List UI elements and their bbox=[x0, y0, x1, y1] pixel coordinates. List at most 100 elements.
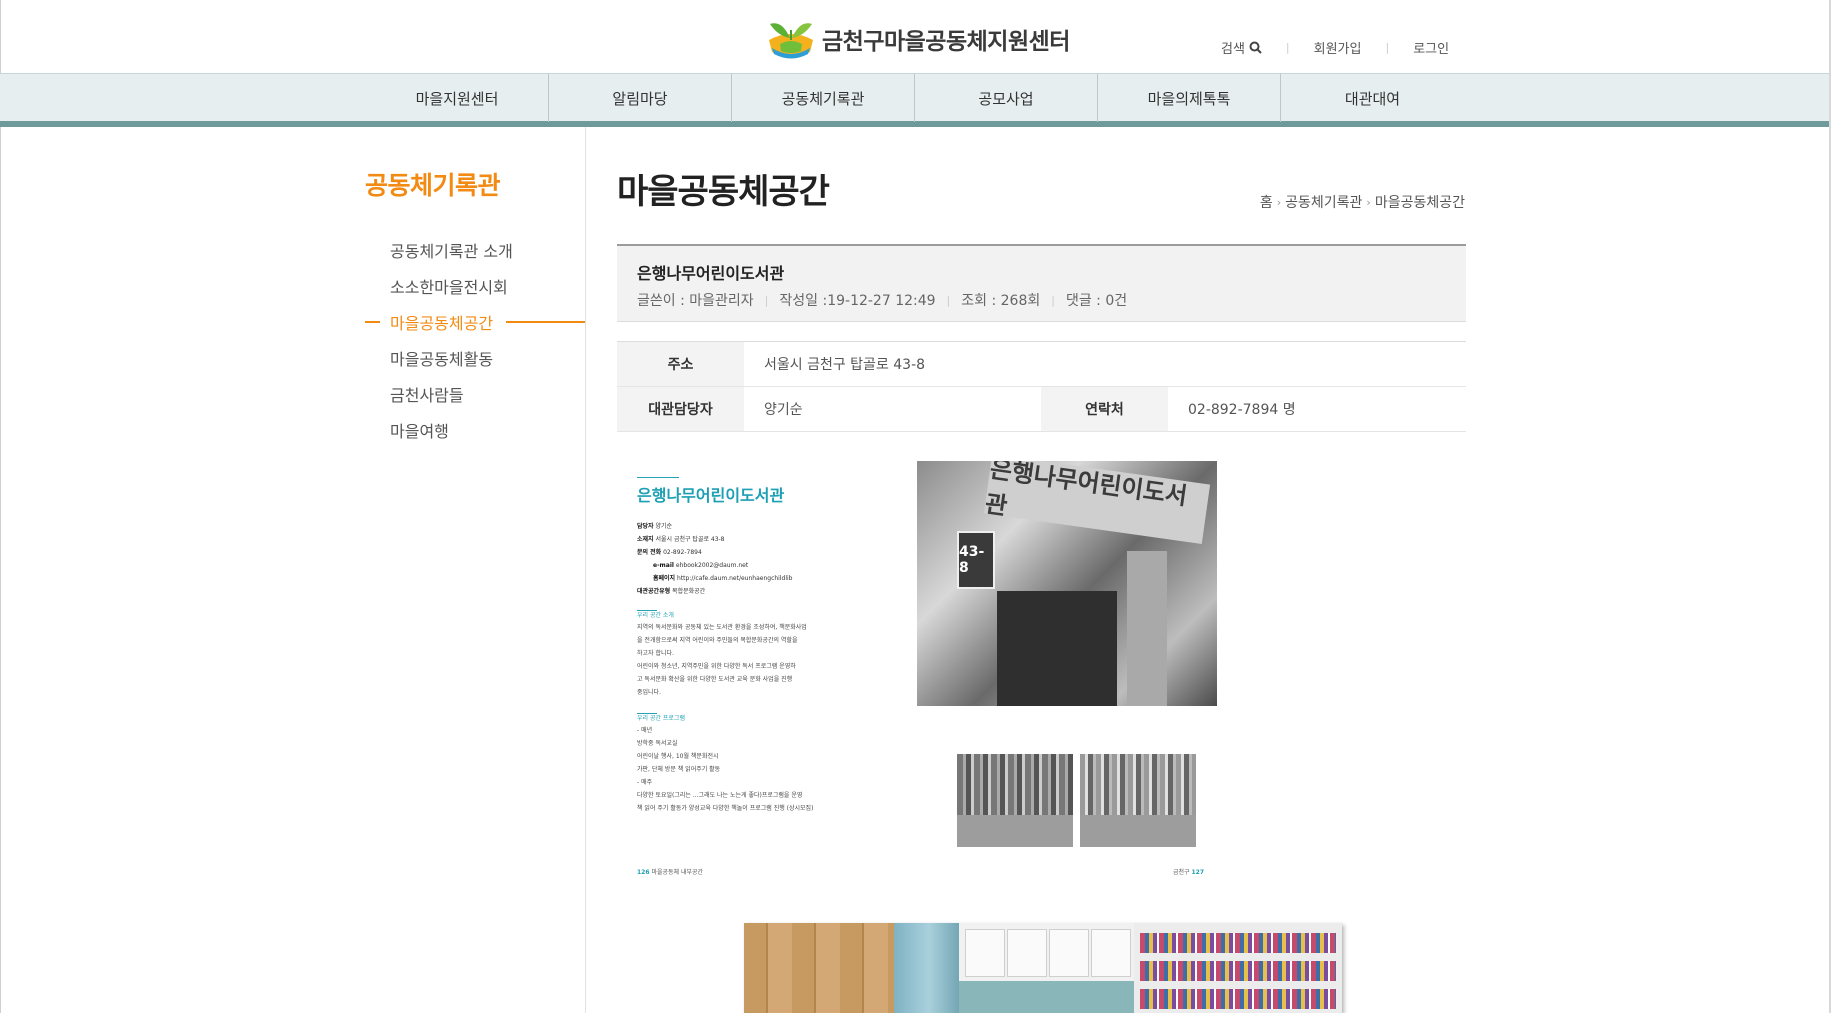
photo-cabinet-door bbox=[1007, 929, 1047, 977]
manager-label: 대관담당자 bbox=[617, 386, 744, 432]
brochure-para: 방학중 독서교실 bbox=[637, 740, 678, 747]
sidebar-item-travel[interactable]: 마을여행 bbox=[365, 412, 585, 448]
brochure-text-page: 은행나무어린이도서관 담당자 양기순 소재지 서울시 금천구 탑골로 43-8 … bbox=[637, 477, 867, 815]
brochure-para: 가판, 단체 방문 책 읽어주기 활동 bbox=[637, 766, 721, 773]
breadcrumb-arrow-icon: › bbox=[1366, 195, 1371, 209]
frame-border-left bbox=[0, 127, 1, 1013]
meta-separator: | bbox=[1051, 293, 1055, 307]
table-row: 대관담당자 양기순 연락처 02-892-7894 명 bbox=[617, 386, 1466, 432]
brochure-line: 담당자 양기순 bbox=[637, 523, 673, 530]
gnb-item-archive[interactable]: 공동체기록관 bbox=[732, 74, 915, 122]
brochure-para: 지역의 독서문화와 공동체 있는 도서관 환경을 조성하여, 책문화사업 bbox=[637, 624, 807, 631]
sidebar-title: 공동체기록관 bbox=[365, 171, 501, 200]
library-room-photo bbox=[744, 923, 1342, 1013]
site-logo[interactable]: 금천구마을공동체지원센터 bbox=[766, 18, 1070, 60]
search-link[interactable]: 검색 bbox=[1221, 38, 1262, 57]
post-views: 조회 : 268회 bbox=[961, 293, 1041, 309]
gnb-item-agenda[interactable]: 마을의제톡톡 bbox=[1098, 74, 1281, 122]
brochure-para: 책 읽어 주기 활동가 양성교육 다양한 책놀이 프로그램 진행 (상시모집) bbox=[637, 805, 814, 812]
util-separator: | bbox=[1285, 41, 1290, 54]
join-link[interactable]: 회원가입 bbox=[1314, 38, 1362, 57]
brochure-page-right: 금천구 127 bbox=[1173, 869, 1205, 876]
meta-separator: | bbox=[946, 293, 951, 307]
sidebar-divider bbox=[585, 127, 586, 1013]
photo-cabinet-door bbox=[1091, 929, 1131, 977]
brochure-para: 다양한 토요일(그리는 ...그래도 나는 노는게 좋다)프로그램을 운영 bbox=[637, 792, 803, 799]
library-interior-photo bbox=[957, 754, 1073, 847]
brochure-accent-line bbox=[637, 477, 679, 478]
brochure-para: - 매주 bbox=[637, 779, 653, 786]
brochure-page-left: 126 마을공동체 내부공간 bbox=[637, 869, 704, 876]
gnb-item-rental[interactable]: 대관대여 bbox=[1281, 74, 1464, 122]
photo-pole bbox=[1127, 551, 1167, 706]
active-indicator-line bbox=[506, 321, 585, 323]
gnb-item-notice[interactable]: 알림마당 bbox=[549, 74, 732, 122]
address-label: 주소 bbox=[617, 341, 744, 387]
photo-cabinets bbox=[959, 923, 1134, 1013]
brochure-para: 어린이날 행사, 10월 책문화전시 bbox=[637, 753, 719, 760]
brochure-title: 은행나무어린이도서관 bbox=[637, 486, 785, 505]
brochure-para: 어린이와 청소년, 지역주민을 위한 다양한 독서 프로그램 운영하 bbox=[637, 663, 796, 670]
logo-text: 금천구마을공동체지원센터 bbox=[822, 29, 1070, 55]
address-value: 서울시 금천구 탑골로 43-8 bbox=[744, 341, 1466, 387]
library-interior-photo bbox=[1080, 754, 1196, 847]
photo-bookshelf bbox=[1134, 923, 1342, 1013]
sidebar-item-exhibition[interactable]: 소소한마을전시회 bbox=[365, 268, 585, 304]
brochure-para: - 매년 bbox=[637, 727, 653, 734]
brochure-image: 은행나무어린이도서관 담당자 양기순 소재지 서울시 금천구 탑골로 43-8 … bbox=[617, 457, 1222, 882]
brochure-line: 소재지 서울시 금천구 탑골로 43-8 bbox=[637, 536, 725, 543]
utility-menu: 검색 | 회원가입 | 로그인 bbox=[1221, 38, 1449, 57]
gnb-item-contest[interactable]: 공모사업 bbox=[915, 74, 1098, 122]
photo-book-row bbox=[1140, 961, 1336, 981]
post-date: 작성일 :19-12-27 12:49 bbox=[779, 293, 936, 309]
photo-house-number: 43-8 bbox=[957, 531, 995, 589]
photo-cabinet-door bbox=[965, 929, 1005, 977]
gnb-item-center[interactable]: 마을지원센터 bbox=[366, 74, 549, 122]
table-row: 주소 서울시 금천구 탑골로 43-8 bbox=[617, 341, 1466, 387]
contact-label: 연락처 bbox=[1041, 386, 1168, 432]
util-separator: | bbox=[1385, 41, 1390, 54]
sidebar-item-space[interactable]: 마을공동체공간 bbox=[365, 304, 585, 340]
post-meta: 글쓴이 : 마을관리자 | 작성일 :19-12-27 12:49 | 조회 :… bbox=[637, 290, 1127, 310]
meta-separator: | bbox=[764, 293, 769, 307]
breadcrumb-home[interactable]: 홈 bbox=[1260, 192, 1273, 212]
search-icon bbox=[1249, 41, 1262, 54]
main-navigation: 마을지원센터 알림마당 공동체기록관 공모사업 마을의제톡톡 대관대여 bbox=[0, 73, 1831, 127]
manager-value: 양기순 bbox=[744, 386, 1041, 432]
photo-curtain bbox=[894, 923, 964, 1013]
brochure-para: 중입니다. bbox=[637, 689, 661, 696]
breadcrumb-section[interactable]: 공동체기록관 bbox=[1285, 192, 1362, 212]
library-entrance-photo: 은행나무어린이도서관 43-8 bbox=[917, 461, 1217, 706]
brochure-section-heading: 우리 공간 소개 bbox=[637, 610, 674, 619]
space-info-table: 주소 서울시 금천구 탑골로 43-8 대관담당자 양기순 연락처 02-892… bbox=[617, 341, 1466, 432]
sidebar-item-intro[interactable]: 공동체기록관 소개 bbox=[365, 232, 585, 268]
post-author: 글쓴이 : 마을관리자 bbox=[637, 293, 754, 309]
brochure-section-heading: 우리 공간 프로그램 bbox=[637, 713, 685, 722]
sidebar-item-activity[interactable]: 마을공동체활동 bbox=[365, 340, 585, 376]
brochure-para: 고 독서문화 확산을 위한 다양한 도서관 교육 문화 사업을 진행 bbox=[637, 676, 793, 683]
photo-book-row bbox=[1140, 933, 1336, 953]
site-header: 금천구마을공동체지원센터 검색 | 회원가입 | 로그인 bbox=[0, 0, 1831, 73]
photo-sign: 은행나무어린이도서관 bbox=[983, 461, 1211, 545]
breadcrumb-current[interactable]: 마을공동체공간 bbox=[1375, 192, 1465, 212]
brochure-para: 을 전개함으로써 지역 어린이와 주민들의 복합문화공간의 역할을 bbox=[637, 637, 798, 644]
brochure-para: 하고자 합니다. bbox=[637, 650, 674, 657]
logo-sprout-icon bbox=[769, 23, 813, 59]
post-title: 은행나무어린이도서관 bbox=[637, 264, 785, 283]
breadcrumb-arrow-icon: › bbox=[1276, 195, 1282, 209]
breadcrumb: 홈 › 공동체기록관 › 마을공동체공간 bbox=[1260, 192, 1465, 212]
post-comments: 댓글 : 0건 bbox=[1065, 293, 1128, 309]
sidebar-item-people[interactable]: 금천사람들 bbox=[365, 376, 585, 412]
sidebar-item-label: 마을공동체공간 bbox=[390, 314, 494, 333]
brochure-line: 문의 전화 02-892-7894 bbox=[637, 549, 702, 556]
brochure-line: 홈페이지 http://cafe.daum.net/eunhaengchildl… bbox=[653, 575, 793, 582]
brochure-line: e-mail ehbook2002@daum.net bbox=[653, 562, 749, 569]
contact-value: 02-892-7894 명 bbox=[1168, 386, 1466, 432]
login-link[interactable]: 로그인 bbox=[1413, 38, 1449, 57]
photo-wall bbox=[959, 981, 1134, 1013]
post-header: 은행나무어린이도서관 글쓴이 : 마을관리자 | 작성일 :19-12-27 1… bbox=[617, 244, 1466, 322]
photo-cabinet-door bbox=[1049, 929, 1089, 977]
brochure-line: 대관공간유형 복합문화공간 bbox=[637, 588, 706, 595]
photo-door bbox=[997, 591, 1117, 706]
photo-book-row bbox=[1140, 989, 1336, 1009]
